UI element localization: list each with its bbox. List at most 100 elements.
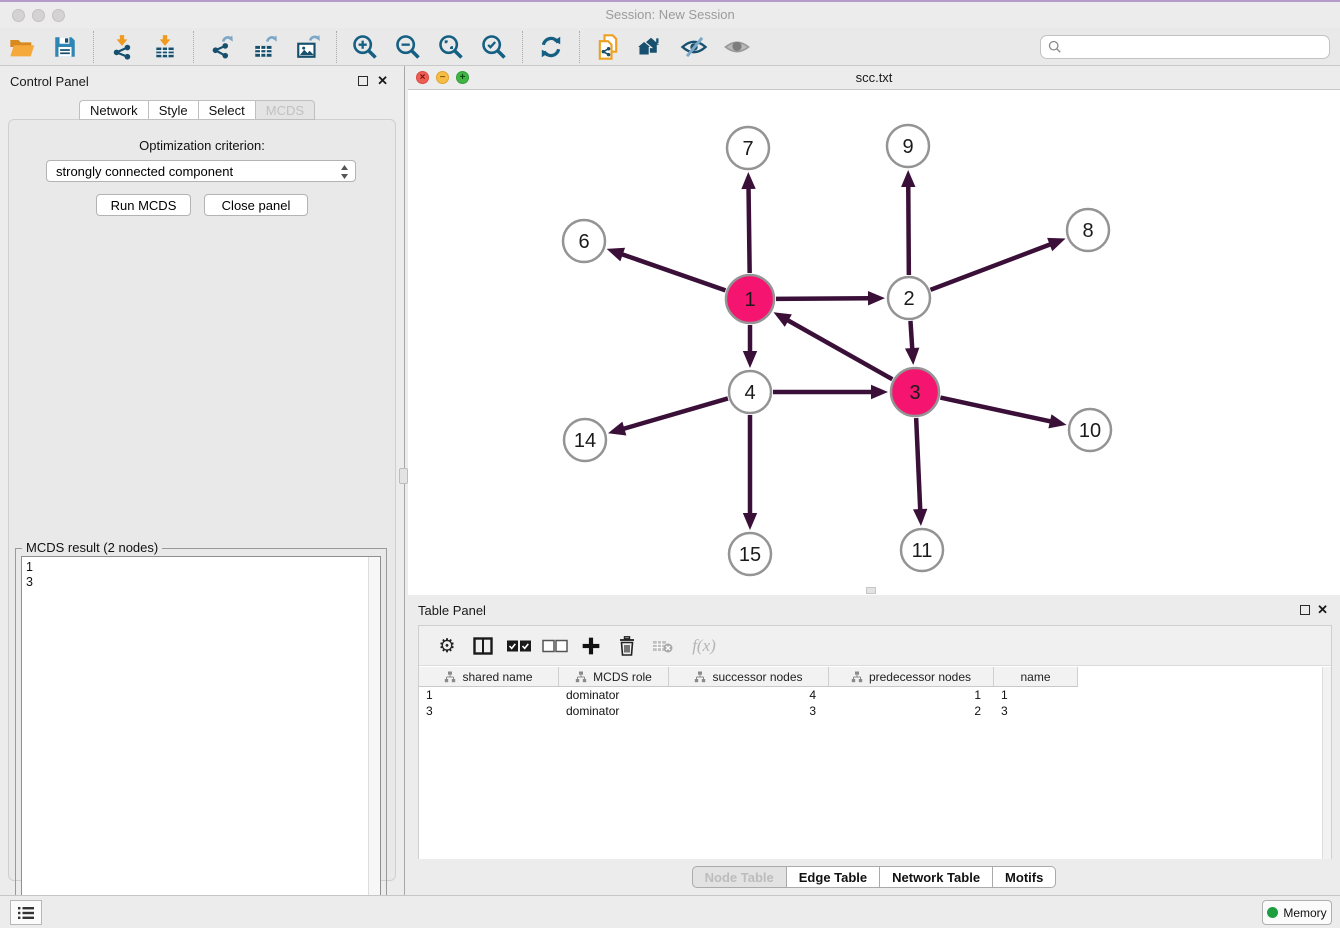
panel-divider-grip[interactable] [399,468,408,484]
column-header-shared-name[interactable]: shared name [419,667,559,687]
table-cell[interactable]: 3 [994,703,1078,719]
table-cell[interactable]: 1 [994,687,1078,703]
task-history-button[interactable] [10,900,42,925]
float-table-panel-icon[interactable] [1300,605,1310,615]
tab-network[interactable]: Network [79,100,148,120]
column-header-MCDS-role[interactable]: MCDS role [559,667,669,687]
edge-3-10[interactable] [940,398,1051,422]
tab-mcds[interactable]: MCDS [255,100,315,120]
copy-network-icon [594,33,622,61]
edge-1-7[interactable] [749,187,750,273]
node-1[interactable]: 1 [726,275,774,323]
node-15[interactable]: 15 [729,533,771,575]
zoom-in-button[interactable] [347,30,383,64]
create-column-button[interactable] [573,630,609,662]
list-icon [17,906,35,920]
search-input[interactable] [1067,40,1329,54]
show-columns-button[interactable] [465,630,501,662]
table-cell[interactable]: 1 [419,687,559,703]
node-2[interactable]: 2 [888,277,930,319]
network-overview-button[interactable] [633,30,669,64]
edge-2-9[interactable] [908,185,909,275]
network-window-titlebar: × − + scc.txt [408,66,1340,90]
edge-4-14[interactable] [622,398,727,429]
column-header-successor-nodes[interactable]: successor nodes [669,667,829,687]
node-label: 1 [744,289,755,311]
table-row[interactable]: 3dominator323 [419,703,1331,719]
edge-arrowhead [1047,238,1065,251]
node-8[interactable]: 8 [1067,209,1109,251]
copy-network-button[interactable] [590,30,626,64]
table-row[interactable]: 1dominator411 [419,687,1331,703]
close-panel-icon[interactable]: ✕ [377,73,388,89]
tab-edge-table[interactable]: Edge Table [786,866,879,888]
memory-button[interactable]: Memory [1262,900,1332,925]
hide-selected-button[interactable] [676,30,712,64]
export-image-button[interactable] [290,30,326,64]
table-cell[interactable]: 2 [829,703,994,719]
function-builder-button[interactable]: f(x) [681,630,727,662]
edge-1-2[interactable] [776,298,870,299]
column-label: name [1020,670,1050,684]
network-resize-grip[interactable] [866,587,876,594]
export-network-button[interactable] [204,30,240,64]
open-session-button[interactable] [4,30,40,64]
chevron-up-down-icon [340,164,349,180]
node-label: 3 [909,382,920,404]
close-table-panel-icon[interactable]: ✕ [1317,602,1328,618]
tab-style[interactable]: Style [148,100,198,120]
table-settings-button[interactable]: ⚙ [429,630,465,662]
node-9[interactable]: 9 [887,125,929,167]
apply-layout-button[interactable] [533,30,569,64]
tab-node-table[interactable]: Node Table [692,866,786,888]
table-cell[interactable]: 4 [669,687,829,703]
node-11[interactable]: 11 [901,529,943,571]
table-cell[interactable]: dominator [559,687,669,703]
edge-2-8[interactable] [931,244,1052,290]
node-6[interactable]: 6 [563,220,605,262]
zoom-selected-button[interactable] [476,30,512,64]
import-network-button[interactable] [104,30,140,64]
network-canvas[interactable]: 7 9 6 8 1 2 4 3 14 10 15 11 [408,90,1340,595]
export-table-button[interactable] [247,30,283,64]
mcds-result-text[interactable]: 1 3 [21,556,381,917]
show-all-button[interactable] [719,30,755,64]
tab-select[interactable]: Select [198,100,255,120]
edge-2-3[interactable] [910,321,912,350]
delete-table-button[interactable] [645,630,681,662]
unselect-all-columns-button[interactable] [537,630,573,662]
run-mcds-button[interactable]: Run MCDS [96,194,191,216]
node-4[interactable]: 4 [729,371,771,413]
toolbar-separator [336,31,337,63]
zoom-out-button[interactable] [390,30,426,64]
edge-3-1[interactable] [787,320,893,380]
table-cell[interactable]: dominator [559,703,669,719]
tab-network-table[interactable]: Network Table [879,866,992,888]
edge-3-11[interactable] [916,418,920,511]
table-tabs: Node Table Edge Table Network Table Moti… [408,866,1340,888]
search-box[interactable] [1040,35,1330,59]
node-10[interactable]: 10 [1069,409,1111,451]
node-3[interactable]: 3 [891,368,939,416]
tab-motifs[interactable]: Motifs [992,866,1056,888]
zoom-fit-button[interactable] [433,30,469,64]
close-panel-button[interactable]: Close panel [204,194,308,216]
node-14[interactable]: 14 [564,419,606,461]
table-cell[interactable]: 1 [829,687,994,703]
table-cell[interactable]: 3 [669,703,829,719]
table-cell[interactable]: 3 [419,703,559,719]
delete-column-button[interactable] [609,630,645,662]
table-toolbar: ⚙ [419,626,1331,666]
float-panel-icon[interactable] [358,76,368,86]
select-all-columns-button[interactable] [501,630,537,662]
edge-1-6[interactable] [621,254,726,291]
table-panel-title: Table Panel [418,603,486,618]
save-session-button[interactable] [47,30,83,64]
import-table-button[interactable] [147,30,183,64]
criterion-select[interactable]: strongly connected component [46,160,356,182]
column-header-predecessor-nodes[interactable]: predecessor nodes [829,667,994,687]
table-scrollbar[interactable] [1322,667,1331,859]
column-header-name[interactable]: name [994,667,1078,687]
node-7[interactable]: 7 [727,127,769,169]
result-scrollbar[interactable] [368,557,380,916]
